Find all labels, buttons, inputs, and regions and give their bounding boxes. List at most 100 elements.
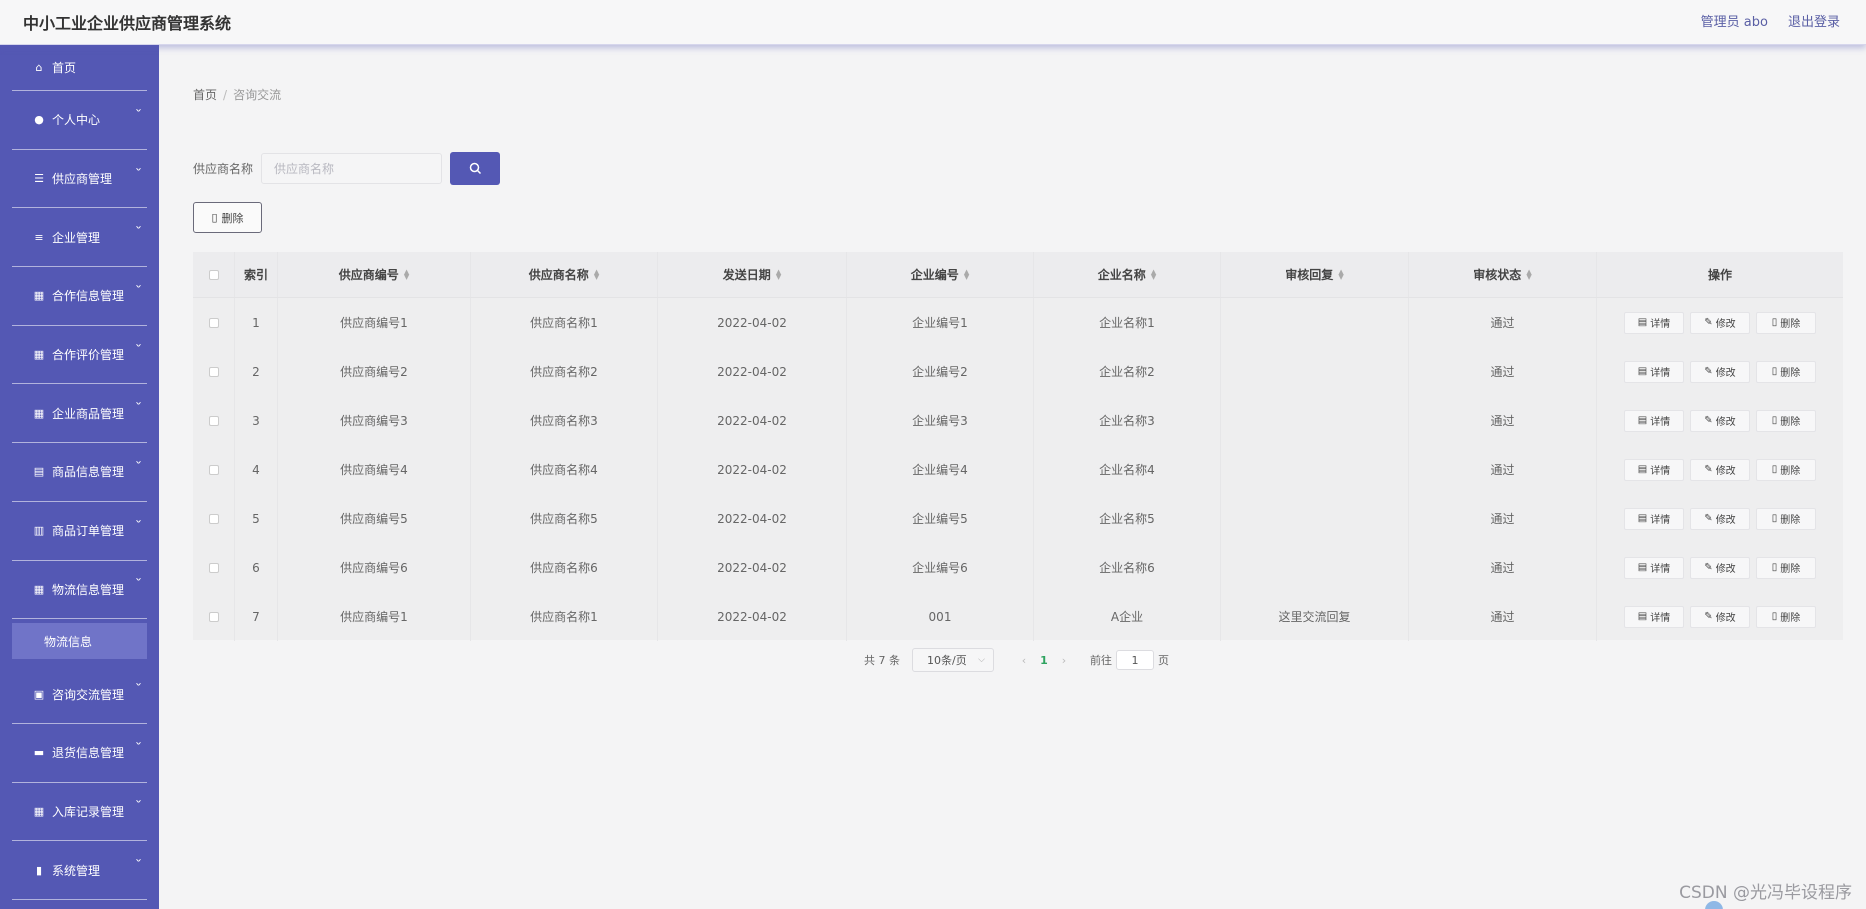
sidebar-item[interactable]: ▦ 合作评价管理 ˅ xyxy=(12,326,147,385)
current-user-label[interactable]: 管理员 abo xyxy=(1701,11,1768,30)
prev-page-icon[interactable]: ‹ xyxy=(1012,654,1036,667)
detail-button[interactable]: ▤ 详情 xyxy=(1624,556,1684,579)
column-header[interactable]: 企业编号 ▲ ▼ xyxy=(847,252,1034,297)
page-size-select[interactable]: 10条/页 ⌵ xyxy=(912,648,994,672)
supplier-name-search-input[interactable] xyxy=(261,153,442,184)
sort-icon[interactable]: ▲ ▼ xyxy=(776,268,781,280)
column-header-label: 供应商编号 xyxy=(338,268,399,282)
page-number-current[interactable]: 1 xyxy=(1036,654,1052,667)
table-row: 1 供应商编号1 供应商名称1 2022-04-02 企业编号1 企业名称1 通过 ▤ 详情 ✎ 修… xyxy=(193,298,1843,347)
trash-icon: ▯ xyxy=(1771,317,1778,328)
delete-button-label: 删除 xyxy=(1780,368,1801,379)
edit-button[interactable]: ✎ 修改 xyxy=(1690,409,1750,432)
sidebar-item[interactable]: ▥ 商品订单管理 ˅ xyxy=(12,502,147,561)
cell-index: 6 xyxy=(235,543,278,592)
cell-company-name: 企业名称2 xyxy=(1034,347,1221,396)
cell-company-no: 企业编号5 xyxy=(847,494,1034,543)
sidebar-item[interactable]: ▬ 退货信息管理 ˅ xyxy=(12,724,147,783)
edit-button-label: 修改 xyxy=(1715,368,1736,379)
edit-button-label: 修改 xyxy=(1715,466,1736,477)
detail-button[interactable]: ▤ 详情 xyxy=(1624,507,1684,530)
row-checkbox[interactable] xyxy=(208,611,219,622)
detail-button[interactable]: ▤ 详情 xyxy=(1624,409,1684,432)
table-row: 7 供应商编号1 供应商名称1 2022-04-02 001 A企业 这里交流回复 通过 ▤ 详情… xyxy=(193,592,1843,641)
sidebar: ⌂ 首页 ● 个人中心 ˅ ☰ 供应商管理 ˅ ≡ 企业管理 ˅ ▦ 合作信息管理 ˅ ▦ 合作评价管理 ˅ ▦ 企… xyxy=(0,45,159,909)
sort-icon[interactable]: ▲ ▼ xyxy=(1526,268,1531,280)
cell-company-no: 001 xyxy=(847,592,1034,641)
watermark: CSDN @光冯毕设程序 xyxy=(1679,883,1852,903)
sidebar-item[interactable]: ▤ 商品信息管理 ˅ xyxy=(12,443,147,502)
cell-actions: ▤ 详情 ✎ 修改 ▯ 删除 xyxy=(1597,298,1843,347)
page-suffix: 页 xyxy=(1158,654,1169,667)
goto-page-input[interactable] xyxy=(1116,650,1154,670)
delete-button-label: 删除 xyxy=(1780,515,1801,526)
sidebar-item[interactable]: ≡ 企业管理 ˅ xyxy=(12,208,147,268)
next-page-icon[interactable]: › xyxy=(1052,654,1076,667)
detail-button-label: 详情 xyxy=(1650,564,1671,575)
breadcrumb-home[interactable]: 首页 xyxy=(193,88,217,102)
sidebar-item[interactable]: ▦ 合作信息管理 ˅ xyxy=(12,267,147,326)
column-header[interactable]: 发送日期 ▲ ▼ xyxy=(658,252,847,297)
delete-button[interactable]: ▯ 删除 xyxy=(1756,311,1816,334)
search-label: 供应商名称 xyxy=(193,162,254,176)
sidebar-item[interactable]: ▦ 物流信息管理 ˅ xyxy=(12,561,147,620)
chevron-down-icon: ˅ xyxy=(134,402,143,414)
column-header[interactable]: 供应商名称 ▲ ▼ xyxy=(471,252,658,297)
search-button[interactable] xyxy=(450,152,500,185)
pencil-icon: ✎ xyxy=(1704,513,1713,524)
cell-status: 通过 xyxy=(1409,494,1597,543)
row-checkbox[interactable] xyxy=(208,513,219,524)
delete-button[interactable]: ▯ 删除 xyxy=(1756,409,1816,432)
sidebar-item[interactable]: ⌂ 首页 xyxy=(12,45,147,91)
sidebar-item[interactable]: ▦ 入库记录管理 ˅ xyxy=(12,783,147,842)
edit-button[interactable]: ✎ 修改 xyxy=(1690,458,1750,481)
column-header[interactable]: 企业名称 ▲ ▼ xyxy=(1034,252,1221,297)
sort-icon[interactable]: ▲ ▼ xyxy=(1338,268,1343,280)
sidebar-item[interactable]: ☰ 供应商管理 ˅ xyxy=(12,150,147,209)
cell-status: 通过 xyxy=(1409,543,1597,592)
column-header[interactable]: 供应商编号 ▲ ▼ xyxy=(278,252,471,297)
delete-button[interactable]: ▯ 删除 xyxy=(1756,605,1816,628)
goto-label: 前往 xyxy=(1090,654,1112,667)
sidebar-item[interactable]: ▣ 咨询交流管理 ˅ xyxy=(12,665,147,724)
row-checkbox[interactable] xyxy=(208,366,219,377)
detail-button[interactable]: ▤ 详情 xyxy=(1624,605,1684,628)
delete-button[interactable]: ▯ 删除 xyxy=(1756,458,1816,481)
row-actions: ▤ 详情 ✎ 修改 ▯ 删除 xyxy=(1624,409,1816,432)
edit-button[interactable]: ✎ 修改 xyxy=(1690,556,1750,579)
sort-icon[interactable]: ▲ ▼ xyxy=(404,268,409,280)
delete-button[interactable]: ▯ 删除 xyxy=(1756,360,1816,383)
column-header[interactable]: 审核状态 ▲ ▼ xyxy=(1409,252,1597,297)
logout-link[interactable]: 退出登录 xyxy=(1788,11,1840,30)
sidebar-item[interactable]: ▦ 企业商品管理 ˅ xyxy=(12,384,147,444)
edit-button[interactable]: ✎ 修改 xyxy=(1690,507,1750,530)
edit-button[interactable]: ✎ 修改 xyxy=(1690,360,1750,383)
select-all-checkbox[interactable] xyxy=(208,269,219,280)
delete-button[interactable]: ▯ 删除 xyxy=(1756,507,1816,530)
cell-reply xyxy=(1221,298,1409,347)
row-checkbox[interactable] xyxy=(208,562,219,573)
batch-delete-button[interactable]: ▯ 删除 xyxy=(193,202,262,233)
trash-icon: ▯ xyxy=(1771,513,1778,524)
sidebar-subitem-logistics[interactable]: 物流信息 xyxy=(12,623,147,660)
sidebar-item[interactable]: ▮ 系统管理 ˅ xyxy=(12,841,147,900)
sort-icon[interactable]: ▲ ▼ xyxy=(964,268,969,280)
row-checkbox[interactable] xyxy=(208,464,219,475)
row-checkbox[interactable] xyxy=(208,415,219,426)
row-checkbox[interactable] xyxy=(208,317,219,328)
edit-button[interactable]: ✎ 修改 xyxy=(1690,311,1750,334)
edit-button[interactable]: ✎ 修改 xyxy=(1690,605,1750,628)
detail-button[interactable]: ▤ 详情 xyxy=(1624,458,1684,481)
chevron-down-icon: ˅ xyxy=(134,284,143,296)
cell-status: 通过 xyxy=(1409,298,1597,347)
sidebar-item-label: 入库记录管理 xyxy=(52,804,125,819)
sidebar-item[interactable]: ● 个人中心 ˅ xyxy=(12,91,147,150)
delete-button[interactable]: ▯ 删除 xyxy=(1756,556,1816,579)
cell-supplier-name: 供应商名称5 xyxy=(471,494,658,543)
sort-icon[interactable]: ▲ ▼ xyxy=(1151,268,1156,280)
detail-button[interactable]: ▤ 详情 xyxy=(1624,311,1684,334)
detail-button[interactable]: ▤ 详情 xyxy=(1624,360,1684,383)
column-header[interactable]: 审核回复 ▲ ▼ xyxy=(1221,252,1409,297)
chevron-down-icon: ˅ xyxy=(134,167,143,179)
sort-icon[interactable]: ▲ ▼ xyxy=(594,268,599,280)
